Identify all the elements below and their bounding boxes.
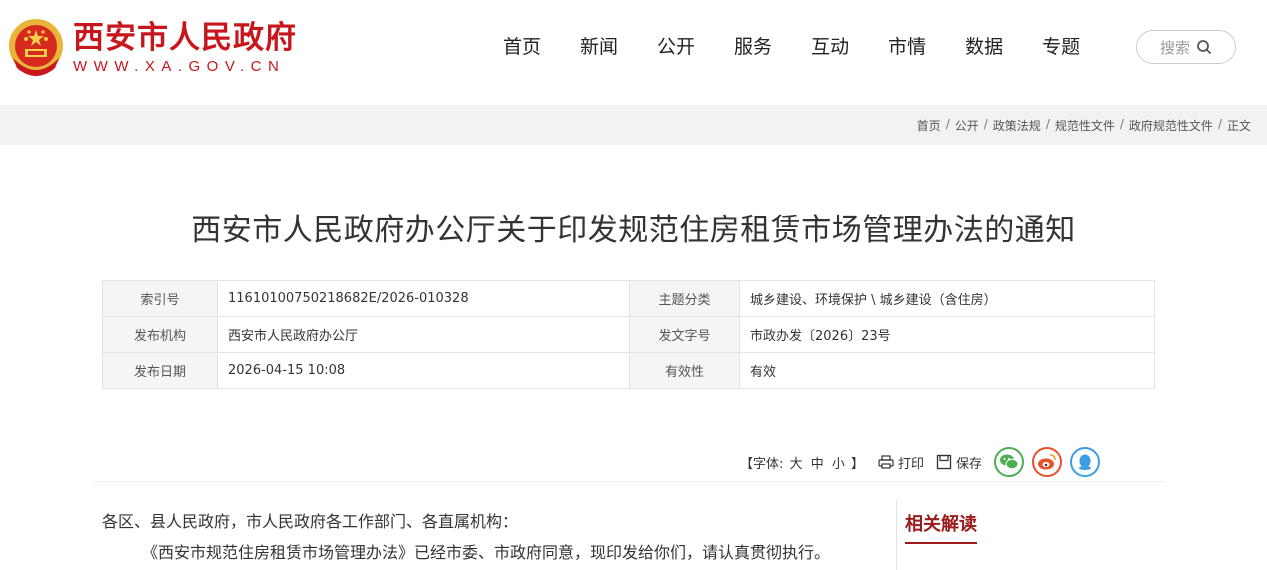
breadcrumb-open[interactable]: 公开 [955,117,979,134]
salutation: 各区、县人民政府，市人民政府各工作部门、各直属机构： [102,512,519,531]
share-wechat-button[interactable] [994,447,1025,477]
search-button[interactable]: 搜索 [1136,30,1236,64]
font-size-prefix: 【字体: [740,456,784,472]
font-size-large[interactable]: 大 [790,457,803,472]
meta-label: 发布机构 [102,316,218,353]
save-button[interactable]: 保存 [936,453,982,472]
nav-item-interact[interactable]: 互动 [811,34,849,60]
printer-icon [878,455,894,469]
share-weibo-button[interactable] [1032,447,1063,477]
table-row: 索引号 11610100750218682E/2026-010328 主题分类 … [102,280,1155,317]
print-button[interactable]: 打印 [878,453,924,472]
national-emblem-icon [9,19,63,76]
main-nav: 首页 新闻 公开 服务 互动 市情 数据 专题 [503,34,1119,60]
wechat-icon [1000,454,1019,470]
print-label: 打印 [898,456,925,472]
share-qq-button[interactable] [1070,447,1101,477]
meta-value: 西安市人民政府办公厅 [217,316,630,353]
related-title: 相关解读 [905,510,977,544]
breadcrumb-separator: / [983,117,988,131]
breadcrumb-bar: 首页 / 公开 / 政策法规 / 规范性文件 / 政府规范性文件 / 正文 [0,105,1267,145]
nav-item-topics[interactable]: 专题 [1042,34,1080,60]
article-tools: 【字体: 大 中 小 】 打印 保存 [740,447,1108,477]
meta-label: 主题分类 [629,280,740,317]
content-divider [93,481,1165,482]
nav-item-home[interactable]: 首页 [503,34,541,60]
nav-item-open[interactable]: 公开 [657,34,695,60]
meta-value: 城乡建设、环境保护 \ 城乡建设（含住房） [739,280,1155,317]
article-body: 各区、县人民政府，市人民政府各工作部门、各直属机构： 《西安市规范住房租赁市场管… [102,506,882,568]
meta-label: 索引号 [102,280,218,317]
table-row: 发布机构 西安市人民政府办公厅 发文字号 市政办发〔2026〕23号 [102,316,1155,353]
page-title: 西安市人民政府办公厅关于印发规范住房租赁市场管理办法的通知 [191,213,1076,248]
save-icon [936,454,952,470]
meta-label: 发布日期 [102,352,218,389]
search-icon [1197,40,1212,55]
breadcrumb: 首页 / 公开 / 政策法规 / 规范性文件 / 政府规范性文件 / 正文 [917,117,1251,134]
meta-value: 2026-04-15 10:08 [217,352,630,389]
weibo-icon [1038,454,1056,470]
save-label: 保存 [956,456,983,472]
breadcrumb-home[interactable]: 首页 [917,117,941,134]
breadcrumb-separator: / [945,117,950,131]
breadcrumb-policy[interactable]: 政策法规 [993,117,1041,134]
nav-item-city[interactable]: 市情 [888,34,926,60]
site-url: WWW.XA.GOV.CN [73,58,286,75]
site-header: 西安市人民政府 WWW.XA.GOV.CN 首页 新闻 公开 服务 互动 市情 … [0,0,1267,105]
search-label: 搜索 [1159,38,1190,57]
nav-item-data[interactable]: 数据 [965,34,1003,60]
site-logo[interactable]: 西安市人民政府 WWW.XA.GOV.CN [5,16,297,80]
related-sidebar: 相关解读 [896,500,1166,570]
qq-icon [1079,454,1092,470]
font-size-suffix: 】 [851,456,865,472]
nav-item-service[interactable]: 服务 [734,34,772,60]
nav-item-news[interactable]: 新闻 [580,34,618,60]
font-size-medium[interactable]: 中 [811,457,824,472]
breadcrumb-separator: / [1119,117,1124,131]
document-meta-table: 索引号 11610100750218682E/2026-010328 主题分类 … [102,280,1155,389]
meta-value: 11610100750218682E/2026-010328 [217,280,630,317]
breadcrumb-separator: / [1045,117,1050,131]
breadcrumb-current: 正文 [1226,119,1251,133]
meta-label: 有效性 [629,352,740,389]
table-row: 发布日期 2026-04-15 10:08 有效性 有效 [102,352,1155,389]
breadcrumb-gov-normative[interactable]: 政府规范性文件 [1129,117,1213,134]
breadcrumb-normative[interactable]: 规范性文件 [1055,117,1115,134]
breadcrumb-separator: / [1217,117,1222,131]
font-size-control: 【字体: 大 中 小 】 [740,453,864,472]
font-size-small[interactable]: 小 [832,457,845,472]
meta-label: 发文字号 [629,316,740,353]
site-title: 西安市人民政府 [73,20,297,56]
meta-value: 有效 [739,352,1155,389]
body-paragraph: 《西安市规范住房租赁市场管理办法》已经市委、市政府同意，现印发给你们，请认真贯彻… [142,543,831,562]
meta-value: 市政办发〔2026〕23号 [739,316,1155,353]
